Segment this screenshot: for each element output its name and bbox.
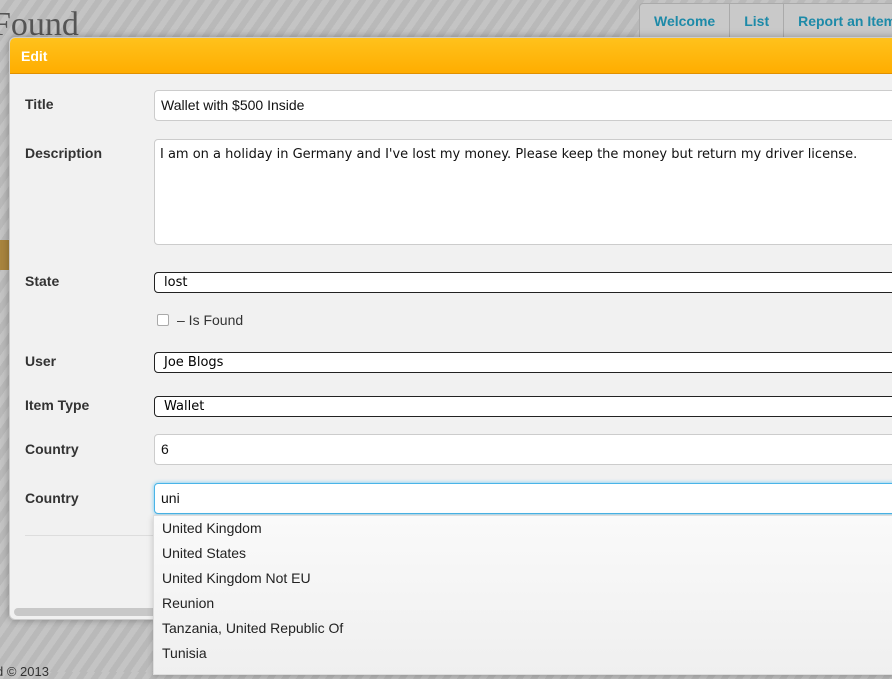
title-label: Title — [25, 96, 54, 112]
user-select[interactable]: Joe Blogs — [154, 352, 892, 373]
nav-list[interactable]: List — [730, 4, 785, 38]
main-nav: Welcome List Report an Item — [639, 3, 892, 39]
form-divider — [25, 535, 155, 536]
country-label: Country — [25, 490, 79, 506]
is-found-label: – Is Found — [177, 312, 244, 328]
autocomplete-option[interactable]: Tanzania, United Republic Of — [154, 616, 892, 641]
item-type-select[interactable]: Wallet — [154, 396, 892, 417]
autocomplete-option[interactable]: Tunisia — [154, 641, 892, 666]
autocomplete-option[interactable]: United Kingdom Not EU — [154, 566, 892, 591]
description-label: Description — [25, 145, 103, 161]
country-search-input[interactable]: uni — [154, 483, 892, 514]
dialog-title: Edit — [10, 38, 892, 74]
autocomplete-option[interactable]: Reunion — [154, 591, 892, 616]
state-select[interactable]: lost — [154, 272, 892, 293]
country-id-label: Country — [25, 441, 79, 457]
nav-welcome[interactable]: Welcome — [640, 4, 731, 38]
autocomplete-option[interactable]: United States — [154, 541, 892, 566]
country-id-input[interactable]: 6 — [154, 434, 892, 465]
autocomplete-option[interactable]: United Kingdom — [154, 516, 892, 541]
title-input[interactable]: Wallet with $500 Inside — [154, 90, 892, 121]
is-found-checkbox[interactable] — [157, 314, 169, 326]
state-label: State — [25, 273, 60, 289]
country-autocomplete-list: United Kingdom United States United King… — [153, 515, 892, 675]
item-type-label: Item Type — [25, 397, 90, 413]
nav-report-item[interactable]: Report an Item — [784, 4, 892, 38]
description-textarea[interactable]: I am on a holiday in Germany and I've lo… — [154, 139, 892, 245]
user-label: User — [25, 353, 57, 369]
